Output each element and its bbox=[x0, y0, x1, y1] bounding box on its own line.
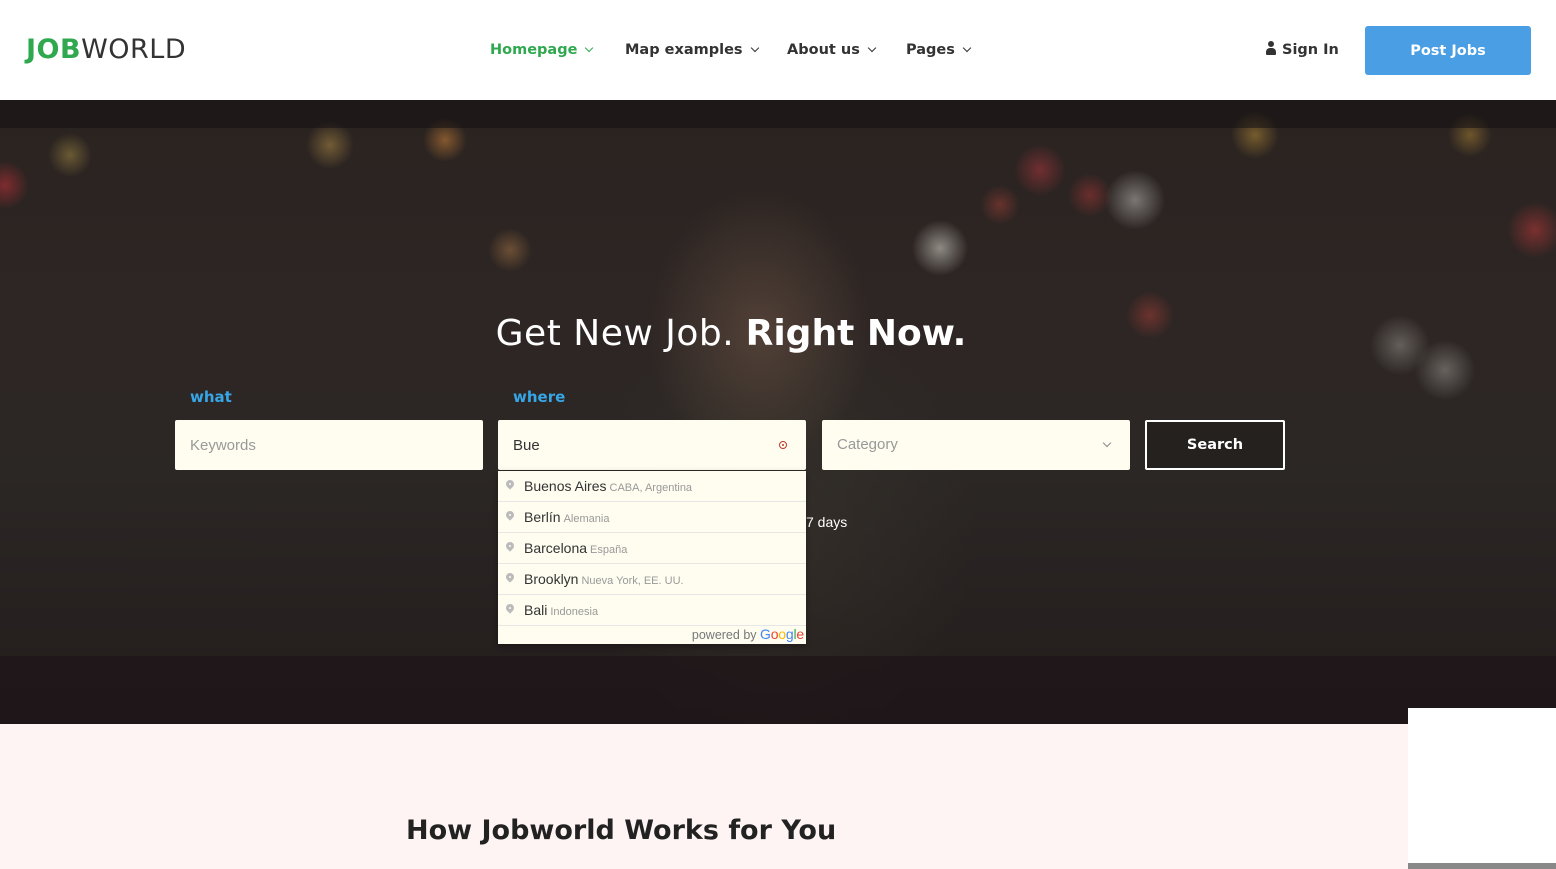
logo-part-job: JOB bbox=[26, 34, 82, 65]
hero-band-bottom bbox=[0, 656, 1556, 724]
section-title: How Jobworld Works for You bbox=[406, 815, 837, 846]
chevron-down-icon bbox=[962, 43, 972, 53]
category-select[interactable]: Category bbox=[822, 420, 1130, 470]
category-placeholder: Category bbox=[837, 436, 898, 453]
google-logo: Google bbox=[760, 626, 804, 642]
autocomplete-main: Buenos Aires bbox=[524, 478, 607, 494]
nav-item-label: Map examples bbox=[625, 42, 743, 58]
nav-item-label: Pages bbox=[906, 42, 955, 58]
where-input[interactable] bbox=[513, 420, 791, 470]
days-text: 7 days bbox=[806, 514, 848, 530]
autocomplete-secondary: Alemania bbox=[563, 513, 610, 525]
chevron-down-icon bbox=[867, 43, 877, 53]
headline-bold: Right Now. bbox=[745, 313, 967, 354]
logo-part-world: WORLD bbox=[81, 34, 187, 65]
keywords-field bbox=[175, 420, 483, 470]
sign-in-label: Sign In bbox=[1282, 42, 1339, 58]
search-button[interactable]: Search bbox=[1145, 420, 1285, 470]
hero-headline: Get New Job. Right Now. bbox=[0, 310, 1462, 358]
chevron-down-icon bbox=[750, 43, 759, 53]
autocomplete-secondary: España bbox=[590, 544, 628, 556]
location-autocomplete: Buenos Aires CABA, Argentina Berlín Aleman… bbox=[498, 471, 806, 644]
locate-target-icon[interactable] bbox=[777, 439, 789, 451]
map-pin-icon bbox=[505, 542, 515, 556]
autocomplete-main: Bali bbox=[524, 602, 548, 618]
where-label: where bbox=[513, 388, 566, 406]
map-pin-icon bbox=[505, 604, 515, 618]
nav-item-map-examples[interactable]: Map examples bbox=[625, 38, 759, 62]
sign-in-link[interactable]: Sign In bbox=[1266, 38, 1339, 62]
autocomplete-main: Brooklyn bbox=[524, 571, 579, 587]
how-it-works-section: How Jobworld Works for You bbox=[0, 724, 1556, 869]
autocomplete-main: Barcelona bbox=[524, 540, 588, 556]
post-jobs-button[interactable]: Post Jobs bbox=[1365, 26, 1531, 75]
logo[interactable]: JOBWORLD bbox=[26, 34, 186, 66]
autocomplete-secondary: Nueva York, EE. UU. bbox=[581, 575, 684, 587]
map-pin-icon bbox=[505, 511, 515, 525]
autocomplete-item[interactable]: Barcelona España bbox=[498, 533, 806, 564]
powered-by-google: powered by Google bbox=[692, 626, 804, 642]
map-pin-icon bbox=[505, 480, 515, 494]
autocomplete-item[interactable]: Berlín Alemania bbox=[498, 502, 806, 533]
autocomplete-item[interactable]: Buenos Aires CABA, Argentina bbox=[498, 471, 806, 502]
headline-thin: Get New Job. bbox=[495, 313, 735, 354]
nav-item-label: Homepage bbox=[490, 42, 578, 58]
chevron-down-icon bbox=[585, 43, 594, 53]
hero-band-top bbox=[0, 100, 1556, 128]
site-header: JOBWORLD Homepage Map examples About us … bbox=[0, 0, 1556, 100]
nav-item-homepage[interactable]: Homepage bbox=[490, 38, 594, 62]
chevron-down-icon bbox=[1102, 438, 1112, 448]
where-field bbox=[498, 420, 806, 470]
autocomplete-item[interactable]: Brooklyn Nueva York, EE. UU. bbox=[498, 564, 806, 595]
user-icon bbox=[1266, 41, 1276, 55]
keywords-input[interactable] bbox=[190, 420, 468, 470]
nav-item-label: About us bbox=[787, 42, 860, 58]
autocomplete-main: Berlín bbox=[524, 509, 561, 525]
side-panel bbox=[1408, 708, 1556, 869]
autocomplete-item[interactable]: Bali Indonesia bbox=[498, 595, 806, 626]
nav-item-about-us[interactable]: About us bbox=[787, 38, 877, 62]
autocomplete-secondary: CABA, Argentina bbox=[609, 482, 693, 494]
what-label: what bbox=[190, 388, 232, 406]
autocomplete-secondary: Indonesia bbox=[550, 606, 599, 618]
nav-item-pages[interactable]: Pages bbox=[906, 38, 972, 62]
powered-by-label: powered by bbox=[691, 628, 757, 642]
map-pin-icon bbox=[505, 573, 515, 587]
